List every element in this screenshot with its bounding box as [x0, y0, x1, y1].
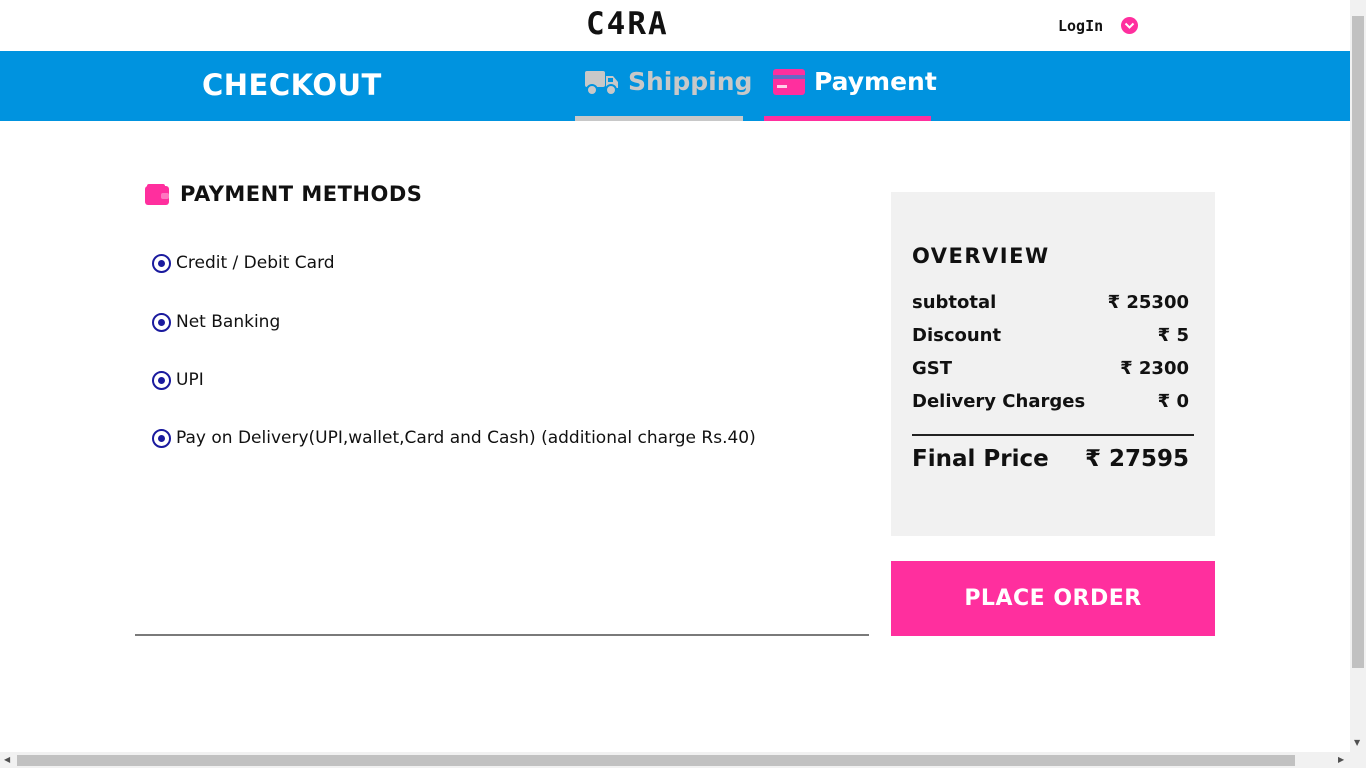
vertical-scrollbar[interactable]: ▼: [1350, 0, 1366, 752]
scroll-right-arrow-icon[interactable]: ▶: [1338, 755, 1344, 764]
overview-value: ₹ 2300: [1120, 358, 1189, 379]
vertical-scrollbar-thumb[interactable]: [1352, 16, 1364, 668]
overview-value: ₹ 5: [1157, 325, 1189, 346]
final-price-value: ₹ 27595: [1084, 446, 1189, 472]
payment-option-label: Credit / Debit Card: [176, 253, 335, 273]
tab-shipping-label: Shipping: [628, 67, 753, 96]
overview-value: ₹ 0: [1157, 391, 1189, 412]
order-overview-card: OVERVIEW subtotal ₹ 25300 Discount ₹ 5 G…: [891, 192, 1215, 536]
radio-button[interactable]: [152, 371, 171, 390]
checkout-header: CHECKOUT Shipping Payment: [0, 51, 1350, 121]
section-divider: [135, 634, 869, 636]
page-title: CHECKOUT: [202, 68, 382, 102]
payment-option-label: Pay on Delivery(UPI,wallet,Card and Cash…: [176, 428, 756, 448]
radio-button[interactable]: [152, 429, 171, 448]
overview-label: GST: [912, 358, 953, 379]
place-order-button[interactable]: PLACE ORDER: [891, 561, 1215, 636]
overview-row-discount: Discount ₹ 5: [912, 325, 1189, 349]
radio-button[interactable]: [152, 313, 171, 332]
wallet-icon: [145, 184, 169, 209]
top-bar: C4RA LogIn: [0, 0, 1350, 51]
tab-payment[interactable]: Payment: [764, 51, 937, 121]
login-link[interactable]: LogIn: [1058, 17, 1103, 35]
overview-label: Discount: [912, 325, 1002, 346]
radio-button[interactable]: [152, 254, 171, 273]
overview-divider: [912, 434, 1194, 436]
brand-logo[interactable]: C4RA: [586, 6, 669, 42]
tab-payment-label: Payment: [814, 67, 937, 96]
credit-card-icon: [773, 69, 805, 99]
payment-option-label: Net Banking: [176, 312, 281, 332]
overview-row-gst: GST ₹ 2300: [912, 358, 1189, 382]
scroll-left-arrow-icon[interactable]: ◀: [4, 755, 10, 764]
payment-methods-title: PAYMENT METHODS: [180, 182, 423, 206]
horizontal-scrollbar[interactable]: ◀ ▶: [0, 752, 1366, 768]
final-price-label: Final Price: [912, 446, 1049, 472]
overview-value: ₹ 25300: [1107, 292, 1189, 313]
truck-icon: [585, 69, 619, 101]
tab-shipping[interactable]: Shipping: [575, 51, 752, 121]
horizontal-scrollbar-thumb[interactable]: [17, 755, 1295, 766]
scroll-down-arrow-icon[interactable]: ▼: [1354, 738, 1360, 747]
overview-row-delivery-charges: Delivery Charges ₹ 0: [912, 391, 1189, 415]
overview-final-price: Final Price ₹ 27595: [912, 446, 1189, 476]
overview-label: subtotal: [912, 292, 997, 313]
overview-title: OVERVIEW: [912, 244, 1050, 268]
overview-row-subtotal: subtotal ₹ 25300: [912, 292, 1189, 316]
payment-option-label: UPI: [176, 370, 204, 390]
overview-label: Delivery Charges: [912, 391, 1086, 412]
chevron-down-icon[interactable]: [1121, 17, 1138, 34]
